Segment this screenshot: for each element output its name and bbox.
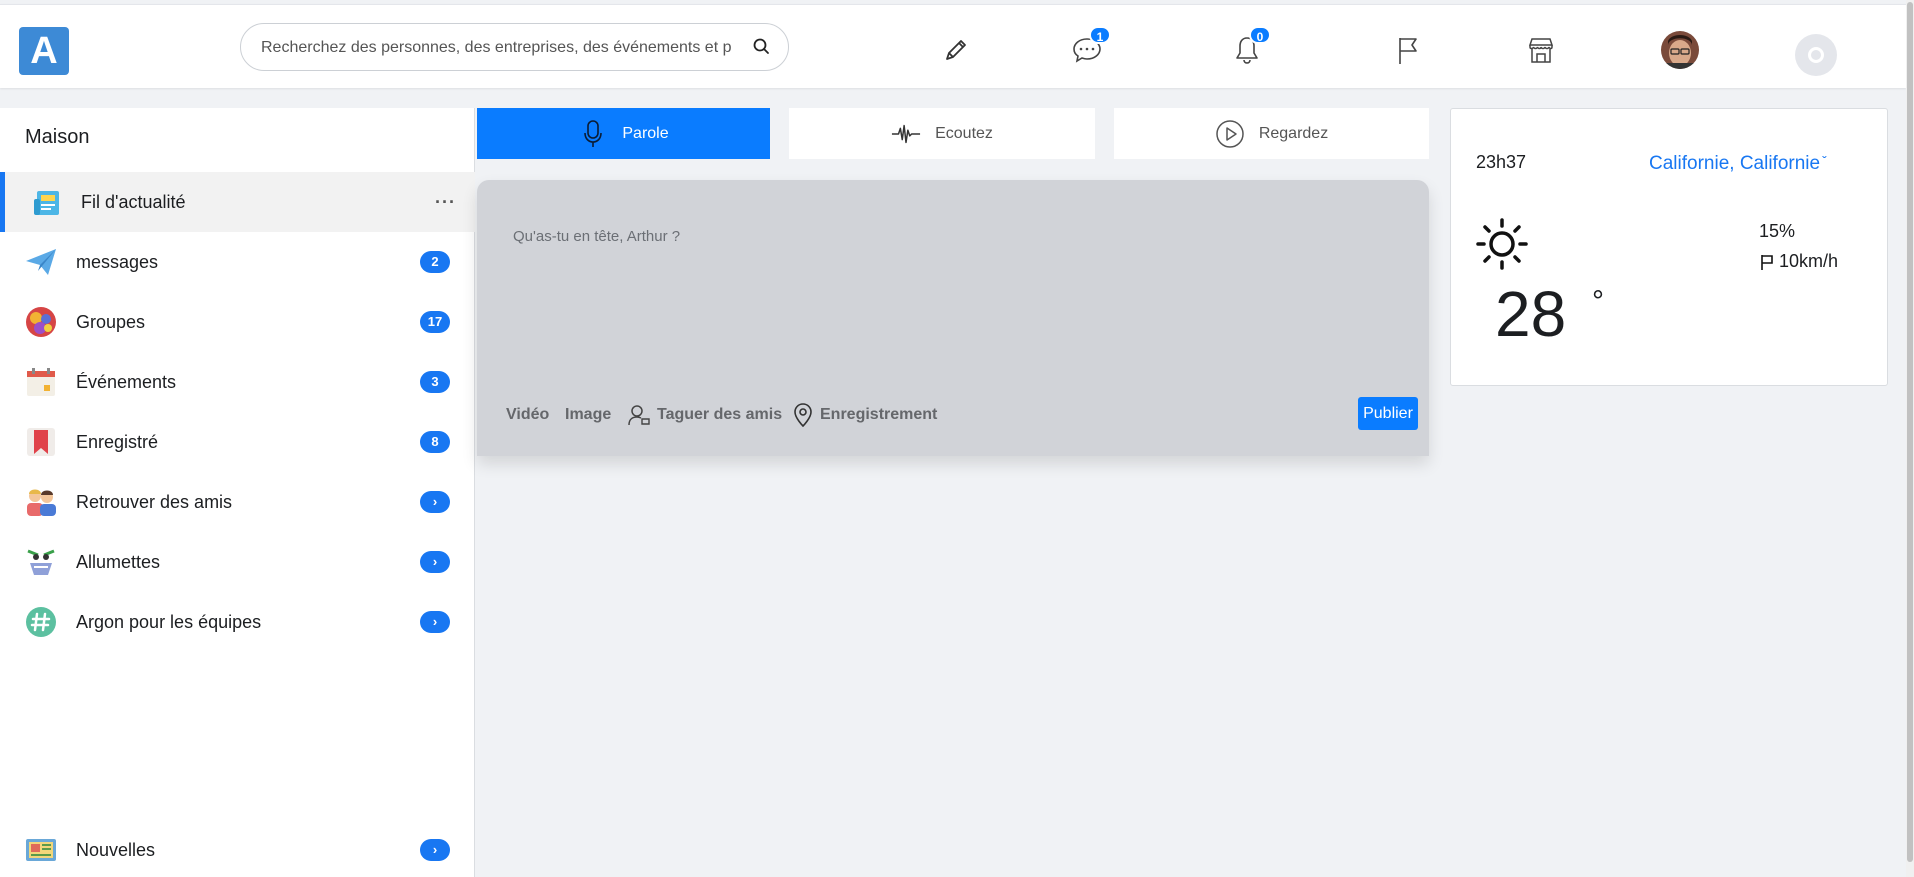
count-badge: 2 xyxy=(420,251,450,273)
sidebar-item-news[interactable]: Nouvelles › xyxy=(0,820,475,877)
notifications-bell-icon[interactable]: 0 xyxy=(1229,26,1271,68)
weather-widget: 23h37 Californie, Californie ˇ 28 ° 15% 1… xyxy=(1450,108,1888,386)
count-badge: 8 xyxy=(420,431,450,453)
settings-toggle[interactable] xyxy=(1795,34,1837,76)
wind-value: 10km/h xyxy=(1779,251,1839,271)
action-label: Vidéo xyxy=(506,406,550,423)
more-options-icon[interactable]: ··· xyxy=(435,192,456,213)
sidebar-item-events[interactable]: Événements 3 xyxy=(0,352,475,412)
checkin-action-button[interactable]: Enregistrement xyxy=(792,400,937,430)
tab-watch[interactable]: Regardez xyxy=(1114,108,1429,159)
sidebar-item-label: messages xyxy=(76,251,159,272)
video-action-button[interactable]: Vidéo xyxy=(506,400,549,430)
chevron-right-icon[interactable]: › xyxy=(420,839,450,861)
messages-badge: 1 xyxy=(1089,26,1111,44)
count-badge: 17 xyxy=(420,311,450,333)
chevron-right-icon[interactable]: › xyxy=(420,491,450,513)
sidebar-item-find-friends[interactable]: Retrouver des amis › xyxy=(0,472,475,532)
sidebar-item-label: Nouvelles xyxy=(76,839,156,860)
flag-icon[interactable] xyxy=(1390,32,1426,68)
scrollbar-thumb[interactable] xyxy=(1907,2,1913,862)
gear-icon xyxy=(1808,47,1824,63)
matches-icon xyxy=(27,549,55,575)
sidebar-item-label: Retrouver des amis xyxy=(76,491,233,512)
action-label: Taguer des amis xyxy=(657,406,783,423)
groups-icon xyxy=(26,307,56,337)
search-box[interactable] xyxy=(240,23,789,71)
microphone-icon xyxy=(578,119,608,149)
messages-chat-icon[interactable]: 1 xyxy=(1069,26,1111,68)
weather-time: 23h37 xyxy=(1476,152,1527,172)
tab-label: Regardez xyxy=(1258,124,1329,142)
sidebar-title: Maison xyxy=(25,126,90,148)
sidebar-item-label: Groupes xyxy=(76,311,146,332)
search-input[interactable] xyxy=(261,37,731,59)
sidebar-item-label: Enregistré xyxy=(76,431,159,452)
sidebar-item-saved[interactable]: Enregistré 8 xyxy=(0,412,475,472)
sidebar-item-news-feed[interactable]: Fil d'actualité ··· xyxy=(0,172,475,232)
sidebar-item-label: Allumettes xyxy=(76,551,161,572)
location-pin-icon xyxy=(794,403,812,428)
humidity-value: 15% xyxy=(1759,221,1796,241)
wind-info: 10km/h xyxy=(1759,251,1838,272)
tab-speak[interactable]: Parole xyxy=(477,108,770,159)
sidebar-item-label: Argon pour les équipes xyxy=(76,611,262,632)
sidebar-item-label: Événements xyxy=(76,371,177,392)
left-sidebar: Maison Fil d'actualité ··· messages 2 Gr… xyxy=(0,108,475,877)
post-composer: Vidéo Image Taguer des amis Enregistreme… xyxy=(477,180,1429,456)
tab-label: Parole xyxy=(622,124,669,142)
top-navigation-bar: A 1 0 xyxy=(0,4,1906,88)
sidebar-item-messages[interactable]: messages 2 xyxy=(0,232,475,292)
location-selector[interactable]: Californie, Californie ˇ xyxy=(1649,153,1827,175)
post-text-input[interactable] xyxy=(513,228,1393,348)
news-feed-icon xyxy=(34,191,59,215)
sidebar-item-groups[interactable]: Groupes 17 xyxy=(0,292,475,352)
publish-button[interactable]: Publier xyxy=(1358,397,1418,430)
play-icon xyxy=(1215,119,1245,149)
user-avatar[interactable] xyxy=(1661,31,1699,69)
compose-pencil-icon[interactable] xyxy=(938,32,974,68)
count-badge: 3 xyxy=(420,371,450,393)
newspaper-icon xyxy=(26,839,56,861)
tab-label: Ecoutez xyxy=(935,124,993,142)
notifications-badge: 0 xyxy=(1249,26,1271,44)
location-label: Californie, Californie xyxy=(1649,153,1821,174)
search-icon[interactable] xyxy=(752,37,772,57)
sidebar-item-label: Fil d'actualité xyxy=(81,191,186,212)
action-label: Image xyxy=(565,406,612,423)
friends-icon xyxy=(27,489,56,516)
page-scrollbar[interactable] xyxy=(1906,0,1914,877)
sun-icon xyxy=(1476,218,1528,270)
calendar-icon xyxy=(27,368,55,396)
wind-flag-icon xyxy=(1761,254,1773,270)
degree-symbol: ° xyxy=(1592,285,1604,318)
action-label: Enregistrement xyxy=(820,406,938,423)
hashtag-icon xyxy=(26,607,56,637)
bookmark-icon xyxy=(27,428,55,456)
chevron-down-icon: ˇ xyxy=(1822,153,1827,169)
marketplace-store-icon[interactable] xyxy=(1523,32,1559,68)
paper-plane-icon xyxy=(26,249,56,275)
sidebar-item-argon-teams[interactable]: Argon pour les équipes › xyxy=(0,592,475,652)
tag-user-icon xyxy=(628,405,650,426)
sidebar-item-matches[interactable]: Allumettes › xyxy=(0,532,475,592)
tab-listen[interactable]: Ecoutez xyxy=(789,108,1095,159)
temperature-value: 28 xyxy=(1495,278,1567,350)
app-logo[interactable]: A xyxy=(19,27,69,75)
image-action-button[interactable]: Image xyxy=(565,400,611,430)
chevron-right-icon[interactable]: › xyxy=(420,551,450,573)
chevron-right-icon[interactable]: › xyxy=(420,611,450,633)
tag-friends-action-button[interactable]: Taguer des amis xyxy=(627,400,782,430)
waveform-icon xyxy=(891,119,921,149)
